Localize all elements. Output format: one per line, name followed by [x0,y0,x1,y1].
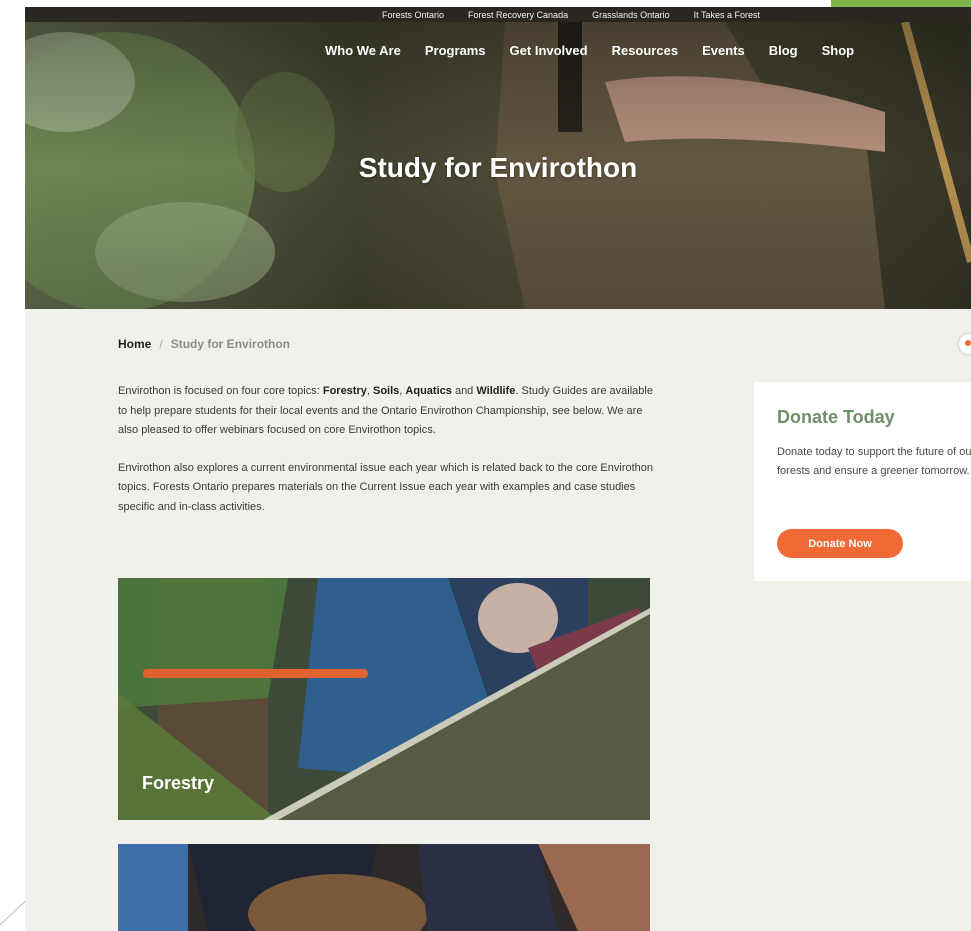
main-nav: Who We Are Programs Get Involved Resourc… [325,43,854,58]
donate-widget: Donate Today Donate today to support the… [754,382,971,581]
nav-who-we-are[interactable]: Who We Are [325,43,401,58]
nav-blog[interactable]: Blog [769,43,798,58]
intro-paragraph-2: Envirothon also explores a current envir… [118,461,654,513]
nav-shop[interactable]: Shop [822,43,855,58]
nav-resources[interactable]: Resources [612,43,678,58]
topic-wildlife: Wildlife [476,385,516,397]
hero-banner: Who We Are Programs Get Involved Resourc… [25,22,971,309]
nav-programs[interactable]: Programs [425,43,486,58]
nav-get-involved[interactable]: Get Involved [510,43,588,58]
nav-events[interactable]: Events [702,43,745,58]
page-title: Study for Envirothon [358,152,638,183]
soils-photo [118,844,650,931]
topic-card-forestry[interactable]: Forestry [118,578,650,820]
utility-accent [831,0,971,7]
utility-nav: Forests Ontario Forest Recovery Canada G… [382,7,760,22]
intro-text: Envirothon is focused on four core topic… [118,382,653,535]
intro-paragraph-1: Envirothon is focused on four core topic… [118,382,653,441]
topic-card-label: Forestry [142,773,215,793]
utility-link-it-takes-a-forest[interactable]: It Takes a Forest [694,10,760,20]
topic-soils: Soils [373,385,400,397]
floating-action-button[interactable] [959,334,971,354]
utility-link-forest-recovery-canada[interactable]: Forest Recovery Canada [468,10,568,20]
dot-icon [965,340,971,346]
breadcrumb-home[interactable]: Home [118,337,151,351]
utility-nav-strip: Forests Ontario Forest Recovery Canada G… [25,7,971,22]
utility-link-grasslands-ontario[interactable]: Grasslands Ontario [592,10,670,20]
donate-text: Donate today to support the future of ou… [777,446,971,477]
utility-bar: Forests Ontario Forest Recovery Canada G… [25,0,971,22]
donate-title: Donate Today [777,407,895,427]
utility-link-forests-ontario[interactable]: Forests Ontario [382,10,444,20]
breadcrumb-current: Study for Envirothon [170,337,291,351]
breadcrumb: Home / Study for Envirothon [118,337,290,351]
topic-forestry: Forestry [322,385,367,397]
breadcrumb-separator: / [159,337,163,351]
intro-lead: Envirothon is focused on four core topic… [118,385,323,397]
topic-aquatics: Aquatics [405,385,452,397]
page-frame: Forests Ontario Forest Recovery Canada G… [25,0,971,931]
intro-sep: and [451,385,477,397]
topic-card-soils[interactable] [118,844,650,931]
donate-now-button[interactable]: Donate Now [777,529,903,558]
